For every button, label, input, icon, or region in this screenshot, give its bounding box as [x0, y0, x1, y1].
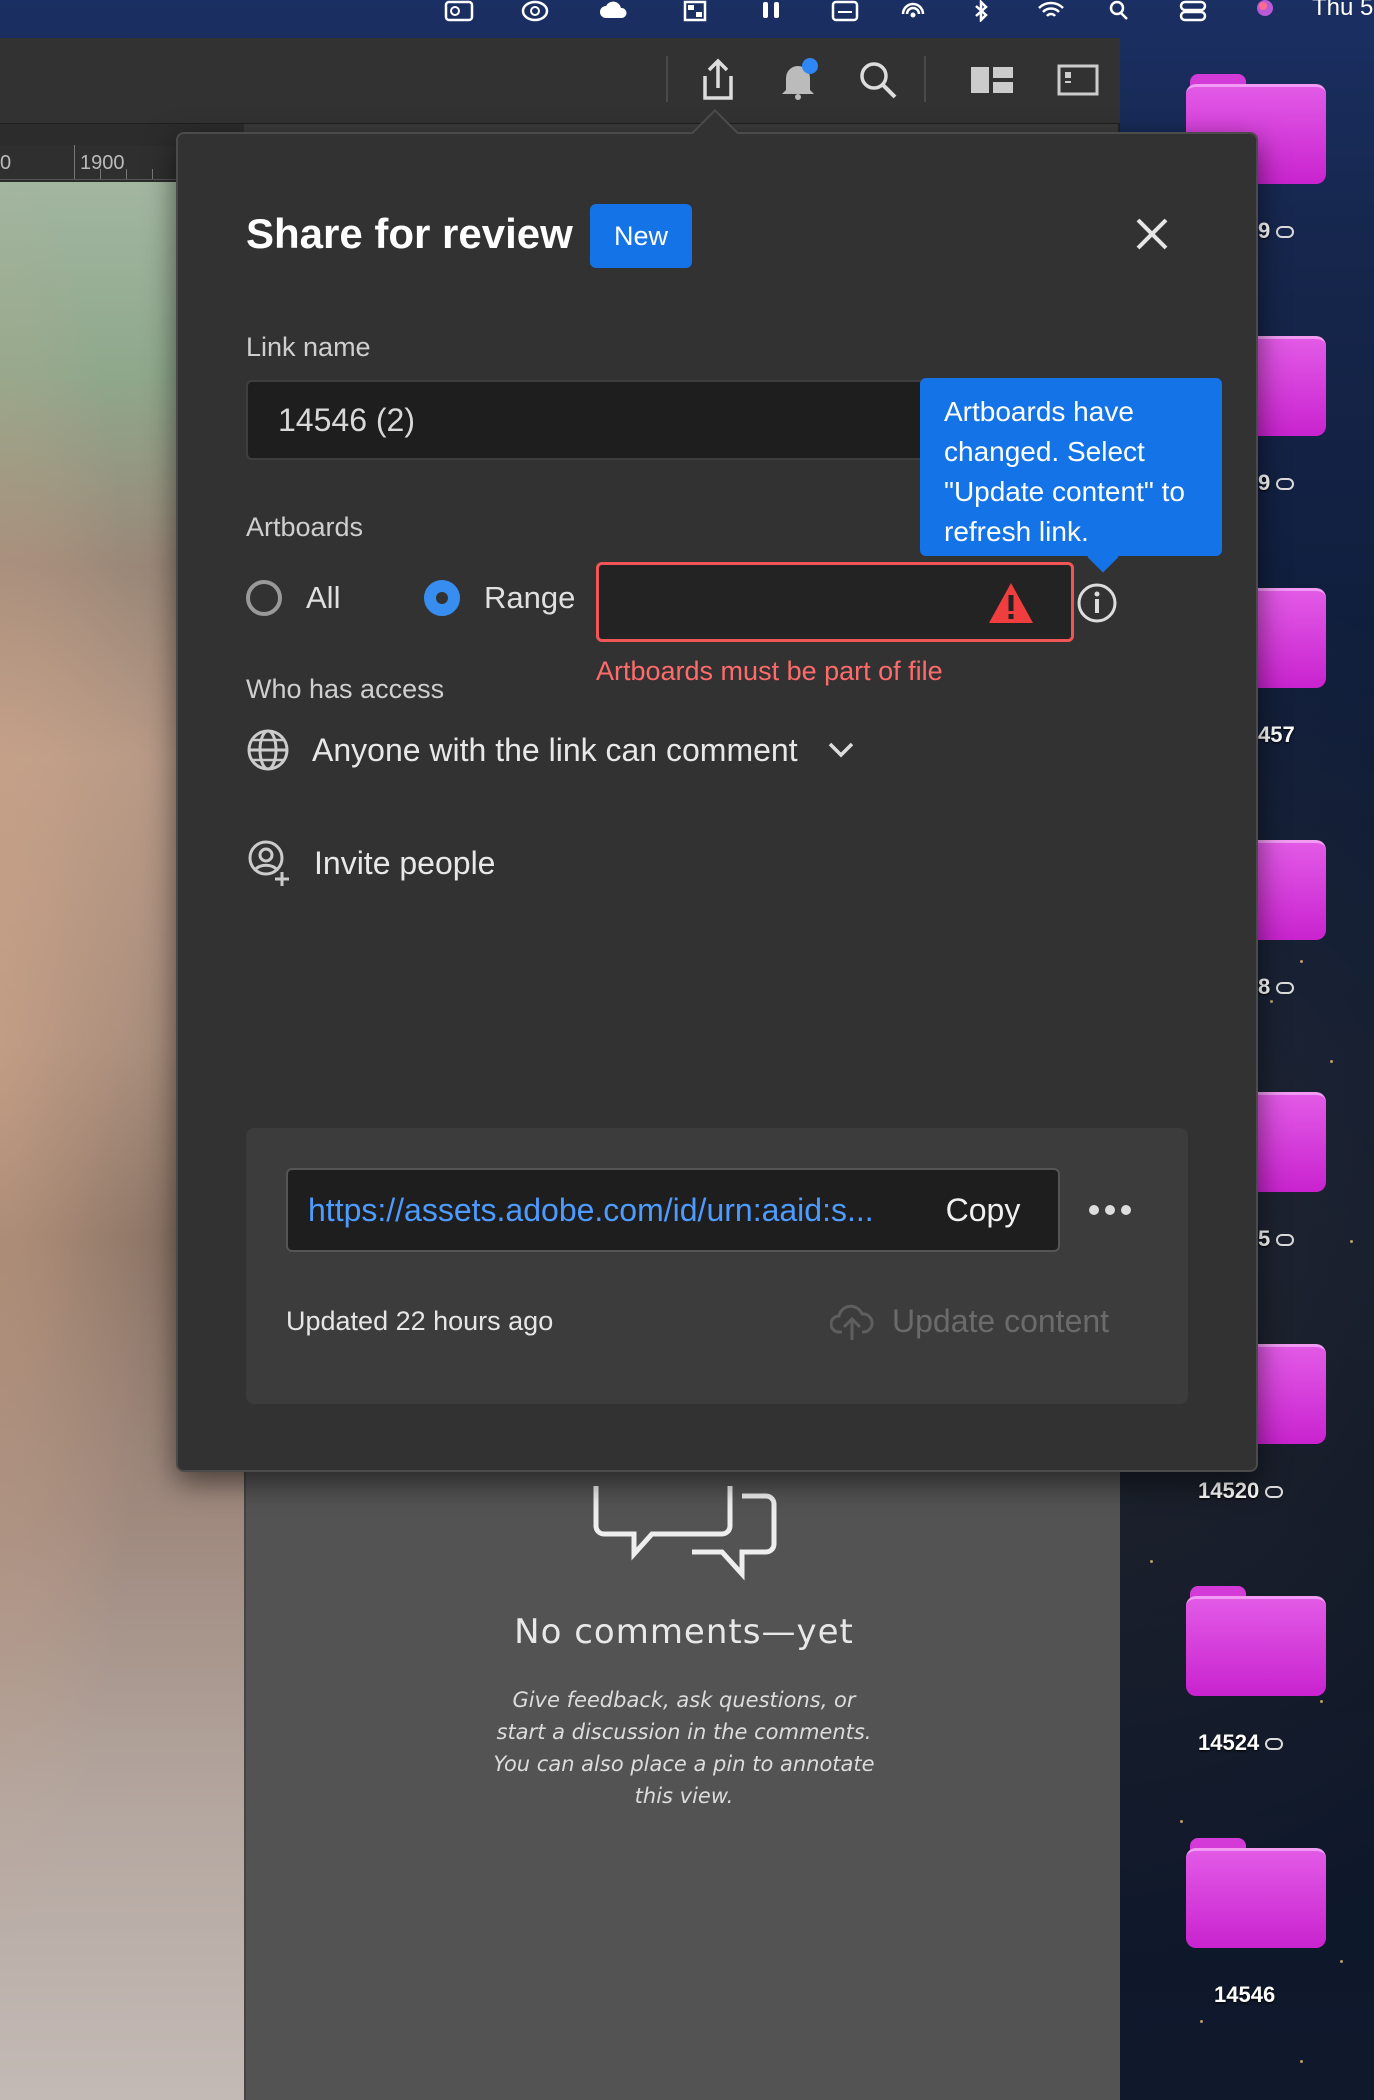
access-dropdown[interactable]: Anyone with the link can comment: [246, 728, 856, 772]
more-options-button[interactable]: [1082, 1186, 1138, 1234]
chevron-down-icon: [828, 742, 853, 758]
macos-menu-bar: Thu 5: [0, 0, 1374, 34]
radio-circle: [424, 580, 460, 616]
ruler-label: 1900: [80, 152, 125, 174]
icloud-icon: [1276, 226, 1295, 239]
copy-link-button[interactable]: Copy: [908, 1170, 1058, 1250]
share-link-field[interactable]: https://assets.adobe.com/id/urn:aaid:s..…: [286, 1168, 1060, 1252]
range-error-message: Artboards must be part of file: [596, 656, 943, 686]
cloud-sync-icon[interactable]: [600, 0, 630, 22]
desktop-folder[interactable]: [1186, 1838, 1326, 1948]
invite-people-label: Invite people: [314, 844, 496, 881]
folder-label: 457: [1258, 722, 1295, 747]
globe-icon: [247, 729, 289, 771]
radio-circle: [246, 580, 282, 616]
toolbar-divider: [666, 56, 668, 102]
menu-bar-clock[interactable]: Thu 5: [1312, 0, 1373, 22]
artboards-changed-tooltip: Artboards have changed. Select "Update c…: [920, 378, 1222, 573]
notification-badge: [802, 58, 818, 74]
tooltip-text: Artboards have changed. Select "Update c…: [944, 396, 1185, 547]
creative-cloud-icon[interactable]: [520, 0, 550, 22]
artboards-label: Artboards: [246, 512, 364, 542]
comments-panel: No comments—yet Give feedback, ask quest…: [244, 1458, 1120, 2100]
access-value: Anyone with the link can comment: [312, 731, 798, 768]
update-content-label: Update content: [892, 1302, 1110, 1339]
app-toolbar: [0, 38, 1120, 124]
share-button[interactable]: [690, 52, 746, 108]
siri-icon[interactable]: [1250, 0, 1280, 22]
folder-label: 5: [1258, 1226, 1295, 1252]
icloud-icon: [1276, 1234, 1295, 1247]
comments-bubble-icon: [593, 1486, 777, 1581]
cloud-upload-icon: [830, 1304, 874, 1340]
share-link-card: https://assets.adobe.com/id/urn:aaid:s..…: [246, 1128, 1188, 1404]
toolbar-divider: [924, 56, 926, 102]
invite-people-button[interactable]: Invite people: [246, 840, 495, 886]
panel-layout-button[interactable]: [1050, 52, 1106, 108]
share-icon: [703, 58, 733, 100]
spotlight-search-icon[interactable]: [1104, 0, 1134, 22]
artboards-all-radio[interactable]: All: [246, 580, 340, 616]
last-updated-label: Updated 22 hours ago: [286, 1306, 554, 1336]
airdrop-icon[interactable]: [898, 0, 928, 22]
artboard-range-input[interactable]: [596, 562, 1074, 642]
folder-label: 9: [1258, 470, 1295, 496]
who-has-access-label: Who has access: [246, 674, 445, 704]
search-icon: [860, 62, 897, 99]
desktop-folder[interactable]: [1186, 1586, 1326, 1696]
info-icon[interactable]: [1076, 582, 1118, 624]
search-button[interactable]: [850, 52, 906, 108]
grid-layout-button[interactable]: [964, 52, 1020, 108]
control-center-icon[interactable]: [1178, 0, 1208, 22]
link-name-label: Link name: [246, 332, 371, 362]
icloud-icon: [1265, 1486, 1284, 1499]
folder-label: 14520: [1198, 1478, 1284, 1504]
bluetooth-icon[interactable]: [966, 0, 996, 22]
new-badge: New: [590, 204, 693, 268]
icloud-icon: [1265, 1738, 1284, 1751]
grid-layout-icon: [971, 67, 1013, 93]
close-button[interactable]: [1124, 206, 1180, 262]
artboards-range-radio[interactable]: Range: [424, 580, 575, 616]
icloud-icon: [1276, 982, 1295, 995]
radio-label: All: [306, 580, 341, 615]
wifi-icon[interactable]: [1036, 0, 1066, 22]
notifications-button[interactable]: [770, 52, 826, 108]
more-horizontal-icon: [1089, 1205, 1131, 1215]
airpods-icon[interactable]: [756, 0, 786, 22]
icloud-icon: [1276, 478, 1295, 491]
grid-app-icon[interactable]: [680, 0, 710, 22]
keyboard-input-icon[interactable]: [830, 0, 860, 22]
share-link-url[interactable]: https://assets.adobe.com/id/urn:aaid:s..…: [308, 1192, 888, 1229]
folder-label: 9: [1258, 218, 1295, 244]
folder-label: 14546: [1214, 1982, 1276, 2007]
folder-label: 14524: [1198, 1730, 1284, 1756]
warning-icon: [989, 583, 1033, 623]
close-icon: [1136, 218, 1168, 250]
ruler-label: 0: [0, 152, 12, 174]
outlook-icon[interactable]: [444, 0, 474, 22]
dialog-title: Share for review: [246, 210, 573, 257]
no-comments-description: Give feedback, ask questions, or start a…: [493, 1688, 875, 1808]
invite-person-icon: [248, 840, 289, 886]
panel-layout-icon: [1057, 64, 1099, 96]
no-comments-title: No comments—yet: [514, 1612, 854, 1652]
share-for-review-dialog: Share for review New Link name Artboards…: [176, 108, 1258, 1472]
folder-label: 8: [1258, 974, 1295, 1000]
update-content-button[interactable]: Update content: [830, 1300, 1109, 1342]
radio-label: Range: [484, 580, 576, 615]
